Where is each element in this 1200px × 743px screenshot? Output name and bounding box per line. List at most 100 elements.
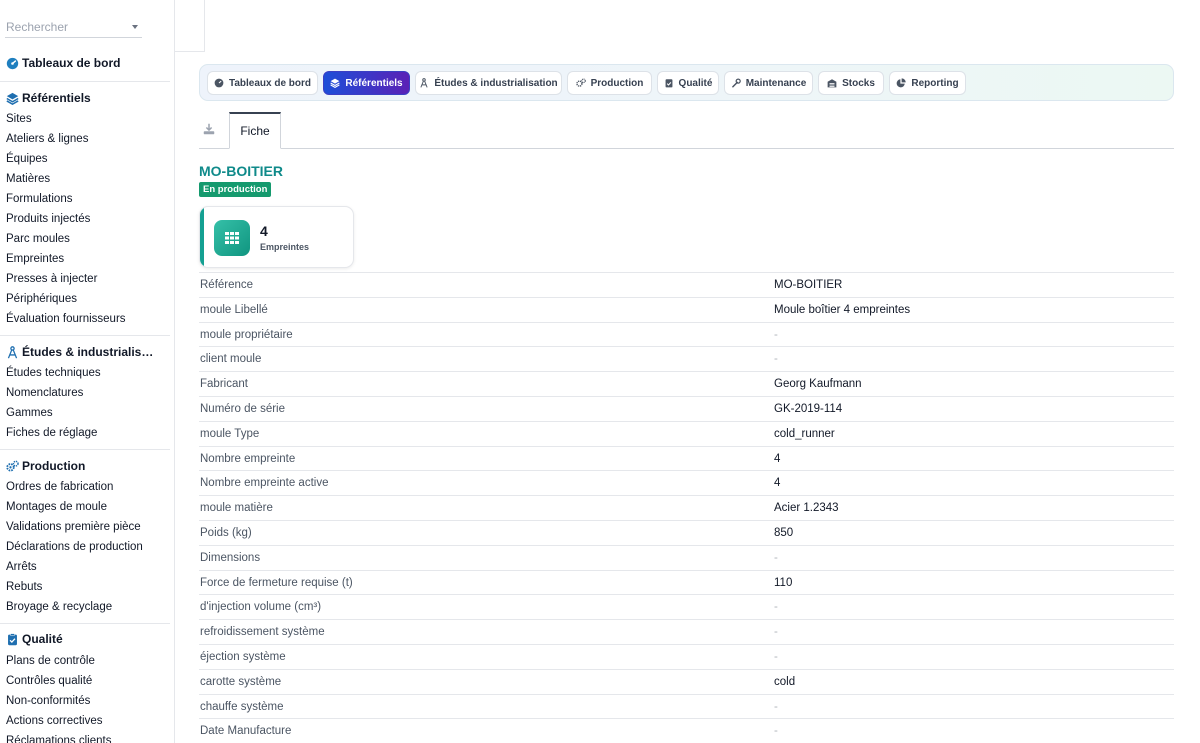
tab-qualite[interactable]: Qualité: [657, 71, 719, 95]
field-label: moule matière: [200, 502, 273, 515]
table-row: Dimensions -: [199, 544, 1174, 570]
field-label: Dimensions: [200, 551, 261, 564]
sidebar-item-peripheriques[interactable]: Périphériques: [6, 293, 77, 305]
tab-fiche[interactable]: Fiche: [229, 112, 281, 149]
field-label: chauffe système: [200, 700, 284, 713]
sidebar-item-plans-controle[interactable]: Plans de contrôle: [6, 655, 95, 667]
field-label: Date Manufacture: [200, 725, 292, 738]
field-value: -: [774, 650, 778, 663]
table-row: Nombre empreinte active 4: [199, 470, 1174, 495]
layers-icon: [6, 92, 19, 105]
sidebar-item-controles-qualite[interactable]: Contrôles qualité: [6, 675, 92, 687]
sidebar-item-ordres-fabrication[interactable]: Ordres de fabrication: [6, 481, 113, 493]
sidebar-item-etudes-techniques[interactable]: Études techniques: [6, 367, 101, 379]
sidebar-item-montages-moule[interactable]: Montages de moule: [6, 501, 107, 513]
gauge-icon: [214, 78, 224, 88]
sidebar-item-declarations[interactable]: Déclarations de production: [6, 541, 143, 553]
field-value: Acier 1.2343: [774, 502, 839, 515]
sidebar-item-validations[interactable]: Validations première pièce: [6, 521, 141, 533]
tab-reporting[interactable]: Reporting: [889, 71, 966, 95]
field-value: MO-BOITIER: [774, 279, 843, 291]
wrench-icon: [731, 78, 741, 88]
table-row: Fabricant Georg Kaufmann: [199, 371, 1174, 396]
sidebar-item-nomenclatures[interactable]: Nomenclatures: [6, 387, 83, 399]
field-value: 110: [774, 576, 793, 589]
header-panel: [175, 0, 205, 52]
kpi-label: Empreintes: [260, 242, 310, 252]
field-label: Nombre empreinte: [200, 452, 296, 465]
download-icon[interactable]: [203, 123, 215, 135]
field-label: refroidissement système: [200, 626, 325, 639]
field-value: -: [774, 700, 778, 713]
sidebar-item-gammes[interactable]: Gammes: [6, 407, 53, 419]
sidebar-item-arrets[interactable]: Arrêts: [6, 561, 37, 573]
sidebar-item-dashboard[interactable]: Tableaux de bord: [6, 54, 120, 72]
field-label: moule propriétaire: [200, 328, 293, 341]
sidebar-production-title: Production: [22, 459, 86, 473]
sidebar-item-rebuts[interactable]: Rebuts: [6, 581, 42, 593]
field-value: Moule boîtier 4 empreintes: [774, 303, 911, 316]
sidebar-item-parc-moules[interactable]: Parc moules: [6, 233, 70, 245]
sidebar-section-qualite[interactable]: Qualité: [6, 630, 63, 648]
compass-icon: [7, 345, 18, 358]
pie-chart-icon: [897, 78, 907, 88]
tab-stocks[interactable]: Stocks: [818, 71, 884, 95]
field-label: Numéro de série: [200, 402, 286, 415]
sidebar-item-presses[interactable]: Presses à injecter: [6, 273, 97, 285]
sidebar-item-actions-correctives[interactable]: Actions correctives: [6, 715, 103, 727]
sidebar-item-broyage[interactable]: Broyage & recyclage: [6, 601, 112, 613]
sidebar-item-sites[interactable]: Sites: [6, 113, 32, 125]
sidebar-etudes-title: Études & industrialis…: [22, 345, 154, 359]
layers-icon: [330, 78, 341, 88]
tab-production[interactable]: Production: [567, 71, 652, 95]
table-row: Référence MO-BOITIER: [199, 272, 1174, 297]
table-row: moule propriétaire -: [199, 321, 1174, 347]
sidebar-item-empreintes[interactable]: Empreintes: [6, 253, 64, 265]
field-value: -: [774, 353, 778, 366]
gears-icon: [6, 460, 19, 471]
tab-label: Production: [590, 77, 644, 89]
field-label: carotte système: [200, 675, 282, 688]
sidebar-item-formulations[interactable]: Formulations: [6, 193, 72, 205]
table-row: moule Type cold_runner: [199, 420, 1174, 446]
sidebar-section-referentiels[interactable]: Référentiels: [6, 89, 91, 107]
sidebar-item-matieres[interactable]: Matières: [6, 173, 50, 185]
field-label: Poids (kg): [200, 526, 252, 539]
sidebar-item-equipes[interactable]: Équipes: [6, 153, 48, 165]
sidebar-section-production[interactable]: Production: [6, 457, 85, 475]
sidebar-qualite-title: Qualité: [22, 632, 63, 646]
field-label: éjection système: [200, 650, 286, 663]
tab-etudes-industrialisation[interactable]: Études & industrialisation: [415, 71, 562, 95]
warehouse-icon: [827, 79, 837, 88]
chevron-down-icon[interactable]: [132, 25, 138, 29]
kpi-card-empreintes: 4 Empreintes: [199, 206, 354, 268]
field-label: client moule: [200, 353, 262, 366]
sidebar-divider: [0, 449, 170, 450]
tab-maintenance[interactable]: Maintenance: [724, 71, 813, 95]
sidebar-dashboard-label: Tableaux de bord: [22, 56, 121, 70]
sidebar: Rechercher Tableaux de bord Référentiels…: [0, 0, 175, 743]
sidebar-item-non-conformites[interactable]: Non-conformités: [6, 695, 90, 707]
field-label: d'injection volume (cm³): [200, 601, 322, 614]
table-row: Numéro de série GK-2019-114: [199, 395, 1174, 421]
gauge-icon: [6, 57, 19, 69]
module-nav: Tableaux de bord Référentiels Études & i…: [199, 64, 1174, 101]
sidebar-item-ateliers[interactable]: Ateliers & lignes: [6, 133, 88, 145]
sidebar-item-fiches-reglage[interactable]: Fiches de réglage: [6, 427, 97, 439]
field-value: -: [774, 725, 778, 738]
field-value: -: [774, 551, 778, 564]
tab-referentiels[interactable]: Référentiels: [323, 71, 410, 95]
table-row: client moule -: [199, 346, 1174, 371]
sidebar-item-produits-injectes[interactable]: Produits injectés: [6, 213, 90, 225]
tab-label: Qualité: [678, 77, 713, 89]
tab-tableaux-de-bord[interactable]: Tableaux de bord: [207, 71, 318, 95]
table-row: Date Manufacture -: [199, 718, 1174, 743]
sidebar-section-etudes[interactable]: Études & industrialis…: [6, 343, 153, 361]
sidebar-divider: [0, 335, 170, 336]
table-row: éjection système -: [199, 643, 1174, 669]
sidebar-item-reclamations-clients[interactable]: Réclamations clients: [6, 735, 111, 743]
field-label: moule Libellé: [200, 303, 268, 316]
search-select[interactable]: Rechercher: [5, 17, 142, 38]
field-value: -: [774, 601, 778, 614]
sidebar-item-evaluation-fournisseurs[interactable]: Évaluation fournisseurs: [6, 313, 126, 325]
